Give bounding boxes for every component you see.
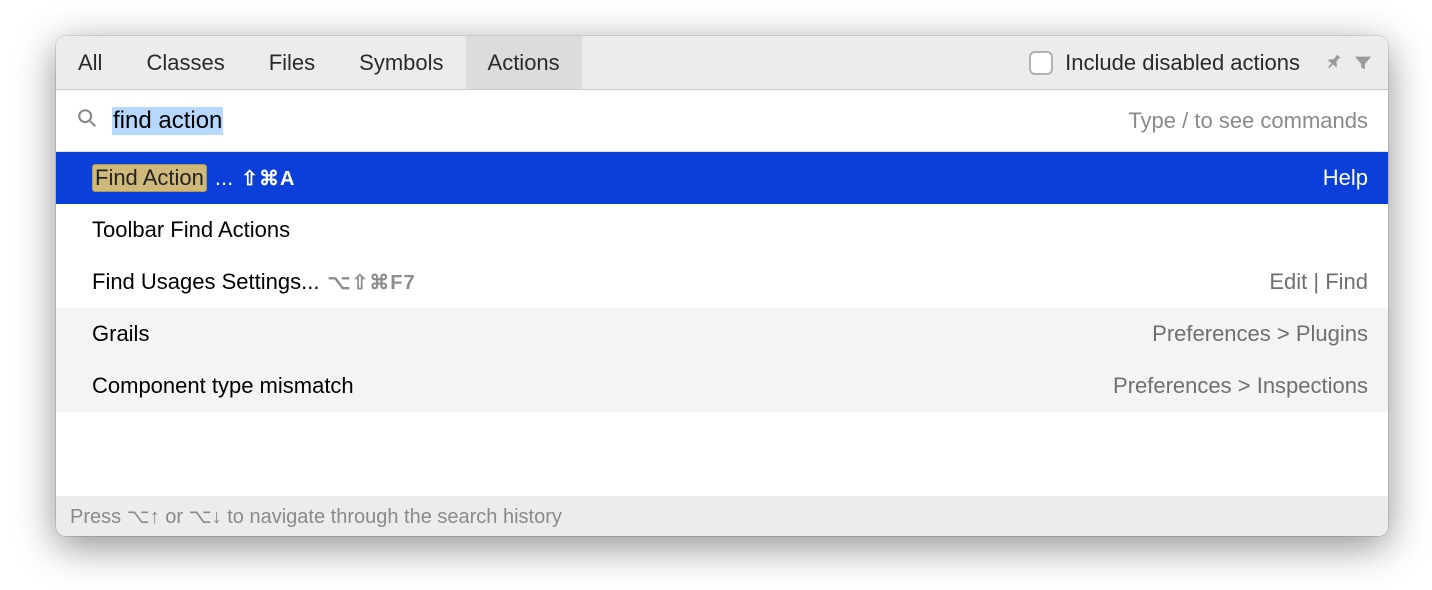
- tab-files[interactable]: Files: [247, 36, 337, 89]
- search-row: find action Type / to see commands: [56, 90, 1388, 152]
- result-shortcut: ⇧⌘A: [241, 166, 295, 191]
- result-row[interactable]: Component type mismatch Preferences > In…: [56, 360, 1388, 412]
- checkbox-icon: [1029, 51, 1053, 75]
- tab-actions[interactable]: Actions: [466, 36, 582, 89]
- search-everywhere-popup: All Classes Files Symbols Actions Includ…: [56, 36, 1388, 536]
- tab-all[interactable]: All: [56, 36, 124, 89]
- pin-icon[interactable]: [1316, 36, 1352, 90]
- tab-classes[interactable]: Classes: [124, 36, 246, 89]
- result-label: Grails: [92, 321, 149, 347]
- result-row[interactable]: Toolbar Find Actions: [56, 204, 1388, 256]
- tabs-bar: All Classes Files Symbols Actions Includ…: [56, 36, 1388, 90]
- result-label: Find Usages Settings...: [92, 269, 319, 295]
- result-row[interactable]: Grails Preferences > Plugins: [56, 308, 1388, 360]
- search-input[interactable]: find action: [112, 107, 223, 135]
- footer-hint: Press ⌥↑ or ⌥↓ to navigate through the s…: [56, 496, 1388, 536]
- search-hint: Type / to see commands: [1128, 108, 1368, 134]
- include-disabled-checkbox[interactable]: Include disabled actions: [1013, 36, 1316, 89]
- result-location: Help: [1323, 165, 1368, 191]
- search-icon: [76, 107, 98, 134]
- result-row[interactable]: Find Usages Settings... ⌥⇧⌘F7 Edit | Fin…: [56, 256, 1388, 308]
- result-location: Edit | Find: [1269, 269, 1368, 295]
- result-suffix: ...: [215, 165, 233, 191]
- result-location: Preferences > Inspections: [1113, 373, 1368, 399]
- result-match: Find Action: [92, 164, 207, 192]
- result-row[interactable]: Find Action... ⇧⌘A Help: [56, 152, 1388, 204]
- result-label: Component type mismatch: [92, 373, 354, 399]
- result-location: Preferences > Plugins: [1152, 321, 1368, 347]
- result-label: Toolbar Find Actions: [92, 217, 290, 243]
- tab-symbols[interactable]: Symbols: [337, 36, 465, 89]
- filter-icon[interactable]: [1352, 36, 1388, 90]
- include-disabled-label: Include disabled actions: [1065, 50, 1300, 76]
- result-shortcut: ⌥⇧⌘F7: [327, 270, 415, 295]
- results-list: Find Action... ⇧⌘A Help Toolbar Find Act…: [56, 152, 1388, 496]
